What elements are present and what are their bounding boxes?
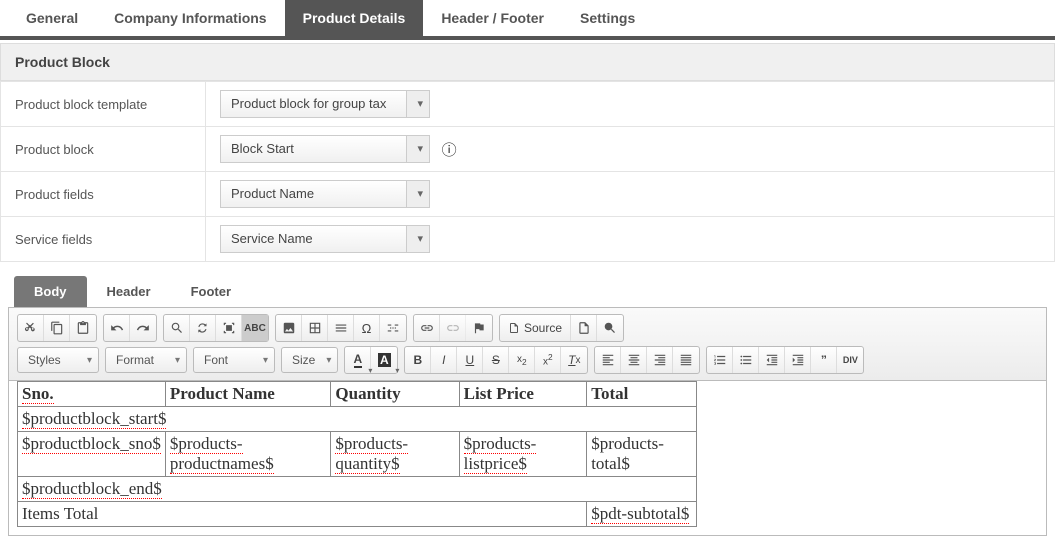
editor-subtabs: Body Header Footer bbox=[0, 276, 1055, 307]
subtab-header[interactable]: Header bbox=[87, 276, 171, 307]
orderedlist-icon[interactable] bbox=[707, 347, 733, 373]
textcolor-icon[interactable]: A bbox=[345, 347, 371, 373]
main-tabs: General Company Informations Product Det… bbox=[0, 0, 1055, 40]
cell-total: $products-total$ bbox=[587, 432, 697, 477]
paste-icon[interactable] bbox=[70, 315, 96, 341]
image-icon[interactable] bbox=[276, 315, 302, 341]
cell-sno: $productblock_sno$ bbox=[18, 432, 166, 477]
cell-block-start: $productblock_start$ bbox=[18, 407, 697, 432]
label-product-block-template: Product block template bbox=[1, 82, 206, 127]
col-product-name: Product Name bbox=[165, 382, 331, 407]
subtab-footer[interactable]: Footer bbox=[171, 276, 251, 307]
pagebreak-icon[interactable] bbox=[380, 315, 406, 341]
dropdown-font[interactable]: Font bbox=[193, 347, 275, 373]
tab-company-informations[interactable]: Company Informations bbox=[96, 0, 284, 36]
col-list-price: List Price bbox=[459, 382, 587, 407]
removeformat-icon[interactable]: Tx bbox=[561, 347, 587, 373]
outdent-icon[interactable] bbox=[759, 347, 785, 373]
newpage-icon[interactable] bbox=[571, 315, 597, 341]
cell-subtotal: $pdt-subtotal$ bbox=[587, 502, 697, 527]
dropdown-product-block-template[interactable]: Product block for group tax bbox=[220, 90, 430, 118]
tab-header-footer[interactable]: Header / Footer bbox=[423, 0, 562, 36]
superscript-icon[interactable]: x2 bbox=[535, 347, 561, 373]
cell-pname: $products-productnames$ bbox=[165, 432, 331, 477]
horizontalrule-icon[interactable] bbox=[328, 315, 354, 341]
tab-settings[interactable]: Settings bbox=[562, 0, 653, 36]
editor-toolbar: ABC Ω Source Styles Format bbox=[9, 308, 1046, 381]
subscript-icon[interactable]: x2 bbox=[509, 347, 535, 373]
undo-icon[interactable] bbox=[104, 315, 130, 341]
spellcheck-icon[interactable]: ABC bbox=[242, 315, 268, 341]
find-icon[interactable] bbox=[164, 315, 190, 341]
table-icon[interactable] bbox=[302, 315, 328, 341]
source-icon[interactable]: Source bbox=[500, 315, 571, 341]
copy-icon[interactable] bbox=[44, 315, 70, 341]
blockquote-icon[interactable]: ” bbox=[811, 347, 837, 373]
cell-block-end: $productblock_end$ bbox=[18, 477, 697, 502]
bold-icon[interactable]: B bbox=[405, 347, 431, 373]
info-icon[interactable]: ⓘ bbox=[442, 139, 457, 160]
product-template-table: Sno. Product Name Quantity List Price To… bbox=[17, 381, 697, 527]
cell-lprice: $products-listprice$ bbox=[459, 432, 587, 477]
link-icon[interactable] bbox=[414, 315, 440, 341]
section-title: Product Block bbox=[0, 43, 1055, 81]
dropdown-format[interactable]: Format bbox=[105, 347, 187, 373]
bgcolor-icon[interactable]: A bbox=[371, 347, 397, 373]
indent-icon[interactable] bbox=[785, 347, 811, 373]
cell-qty: $products-quantity$ bbox=[331, 432, 459, 477]
cut-icon[interactable] bbox=[18, 315, 44, 341]
alignjustify-icon[interactable] bbox=[673, 347, 699, 373]
italic-icon[interactable]: I bbox=[431, 347, 457, 373]
unorderedlist-icon[interactable] bbox=[733, 347, 759, 373]
dropdown-size[interactable]: Size bbox=[281, 347, 338, 373]
subtab-body[interactable]: Body bbox=[14, 276, 87, 307]
cell-items-total-label: Items Total bbox=[18, 502, 587, 527]
alignright-icon[interactable] bbox=[647, 347, 673, 373]
unlink-icon[interactable] bbox=[440, 315, 466, 341]
replace-icon[interactable] bbox=[190, 315, 216, 341]
label-service-fields: Service fields bbox=[1, 217, 206, 262]
rich-text-editor: ABC Ω Source Styles Format bbox=[8, 307, 1047, 536]
label-product-block: Product block bbox=[1, 127, 206, 172]
col-sno: Sno. bbox=[18, 382, 166, 407]
tab-product-details[interactable]: Product Details bbox=[285, 0, 424, 36]
anchor-icon[interactable] bbox=[466, 315, 492, 341]
underline-icon[interactable]: U bbox=[457, 347, 483, 373]
div-icon[interactable]: DIV bbox=[837, 347, 863, 373]
label-product-fields: Product fields bbox=[1, 172, 206, 217]
specialchar-icon[interactable]: Ω bbox=[354, 315, 380, 341]
editor-content[interactable]: Sno. Product Name Quantity List Price To… bbox=[9, 381, 1046, 535]
dropdown-styles[interactable]: Styles bbox=[17, 347, 99, 373]
dropdown-product-block[interactable]: Block Start bbox=[220, 135, 430, 163]
selectall-icon[interactable] bbox=[216, 315, 242, 341]
tab-general[interactable]: General bbox=[8, 0, 96, 36]
strike-icon[interactable]: S bbox=[483, 347, 509, 373]
col-quantity: Quantity bbox=[331, 382, 459, 407]
dropdown-service-fields[interactable]: Service Name bbox=[220, 225, 430, 253]
preview-icon[interactable] bbox=[597, 315, 623, 341]
redo-icon[interactable] bbox=[130, 315, 156, 341]
form-table: Product block template Product block for… bbox=[0, 81, 1055, 262]
alignleft-icon[interactable] bbox=[595, 347, 621, 373]
col-total: Total bbox=[587, 382, 697, 407]
aligncenter-icon[interactable] bbox=[621, 347, 647, 373]
dropdown-product-fields[interactable]: Product Name bbox=[220, 180, 430, 208]
